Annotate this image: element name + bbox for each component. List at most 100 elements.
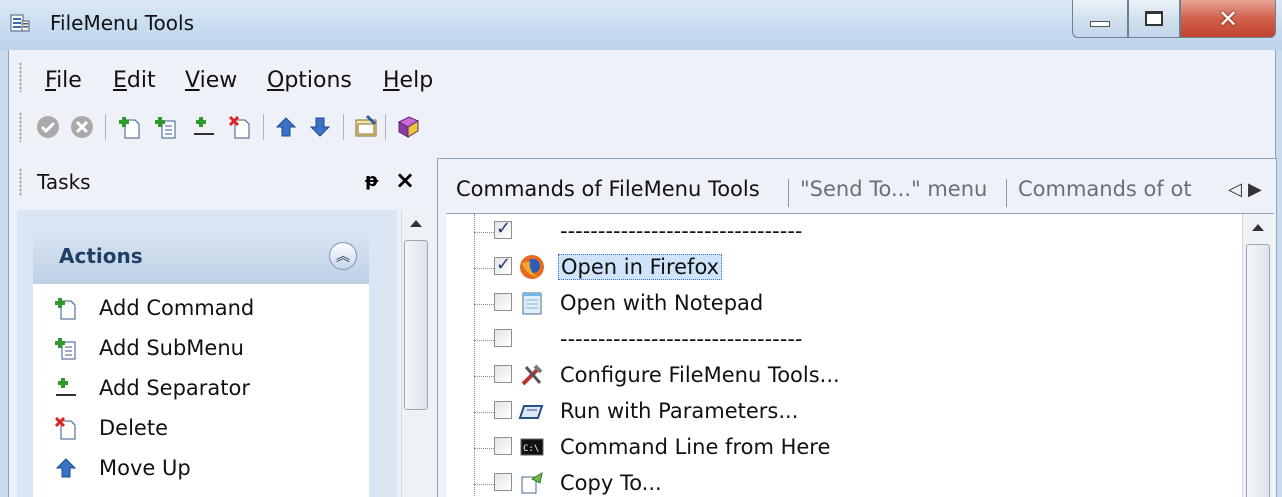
tasks-close-button[interactable]: × xyxy=(395,166,415,194)
close-icon: ✕ xyxy=(1217,4,1239,33)
tree-branch xyxy=(474,484,496,485)
tab-scroll-left-icon[interactable]: ◁ xyxy=(1228,179,1242,200)
action-add-separator[interactable]: Add Separator xyxy=(53,372,250,404)
toolbar-grip[interactable] xyxy=(19,112,22,142)
row-checkbox[interactable] xyxy=(494,473,512,491)
action-move-up[interactable]: Move Up xyxy=(53,452,191,484)
menu-view-label: iew xyxy=(199,68,238,93)
chevron-up-icon: ︽ xyxy=(336,249,350,265)
pin-icon[interactable]: ᵽ xyxy=(365,170,378,191)
actions-group-header[interactable]: Actions ︽ xyxy=(33,230,369,284)
scroll-up-arrow[interactable] xyxy=(410,220,422,227)
tree-branch xyxy=(474,376,496,377)
menu-help-label: elp xyxy=(399,68,434,93)
menu-edit[interactable]: Edit xyxy=(113,68,156,93)
title-bar[interactable]: FileMenu Tools ✕ xyxy=(0,0,1282,50)
action-add-command[interactable]: Add Command xyxy=(53,292,254,324)
properties-toolbar-button[interactable] xyxy=(351,112,381,142)
notepad-icon xyxy=(518,289,546,317)
tree-row[interactable]: Run with Parameters... xyxy=(446,394,1236,430)
tasks-scrollbar[interactable] xyxy=(401,210,430,497)
menu-view[interactable]: View xyxy=(185,68,237,93)
move-up-icon xyxy=(275,117,297,137)
apply-button[interactable] xyxy=(33,112,63,142)
tree-row[interactable]: -------------------------------- xyxy=(446,322,1236,358)
toolbar-separator xyxy=(343,114,344,140)
menu-edit-label: dit xyxy=(126,68,156,93)
tab-send-to[interactable]: "Send To..." menu xyxy=(800,177,987,201)
tree-branch xyxy=(474,412,496,413)
tasks-grip[interactable] xyxy=(19,168,22,196)
row-checkbox[interactable] xyxy=(494,401,512,419)
menu-file-label: ile xyxy=(56,68,82,93)
command-tree: -------------------------------- Open in… xyxy=(446,213,1274,497)
row-label: Open in Firefox xyxy=(558,254,723,280)
close-button[interactable]: ✕ xyxy=(1180,0,1276,38)
tree-row[interactable]: -------------------------------- xyxy=(446,214,1236,250)
row-label: Open with Notepad xyxy=(560,291,764,315)
add-submenu-icon xyxy=(155,117,176,139)
menu-file[interactable]: File xyxy=(45,68,82,93)
tree-branch xyxy=(474,304,496,305)
tree-row[interactable]: Copy To... xyxy=(446,466,1236,497)
row-label: -------------------------------- xyxy=(560,327,803,351)
action-label: Add Separator xyxy=(99,376,250,400)
toolbar xyxy=(9,104,549,148)
cancel-button[interactable] xyxy=(67,112,97,142)
tree-row[interactable]: Configure FileMenu Tools... xyxy=(446,358,1236,394)
add-submenu-toolbar-button[interactable] xyxy=(151,112,181,142)
toolbar-separator xyxy=(105,114,106,140)
console-icon: C:\ xyxy=(518,433,546,461)
menu-help[interactable]: Help xyxy=(383,68,433,93)
scroll-thumb[interactable] xyxy=(404,240,428,410)
add-command-icon xyxy=(53,295,79,321)
tab-separator xyxy=(1006,179,1007,207)
row-checkbox[interactable] xyxy=(494,329,512,347)
cancel-icon xyxy=(71,116,93,138)
menubar-grip[interactable] xyxy=(19,62,22,92)
client-area: File Edit View Options Help Tasks ᵽ × Ac… xyxy=(8,50,1277,497)
tree-row[interactable]: Open in Firefox xyxy=(446,250,1236,286)
move-up-toolbar-button[interactable] xyxy=(271,112,301,142)
tree-branch xyxy=(474,232,496,233)
tree-branch xyxy=(474,448,496,449)
add-command-toolbar-button[interactable] xyxy=(115,112,145,142)
tasks-pane: Tasks ᵽ × Actions ︽ Add Command Add SubM… xyxy=(9,158,430,497)
scroll-up-arrow[interactable] xyxy=(1252,224,1264,231)
tab-separator xyxy=(788,179,789,207)
maximize-icon xyxy=(1145,11,1163,26)
action-add-submenu[interactable]: Add SubMenu xyxy=(53,332,244,364)
move-down-toolbar-button[interactable] xyxy=(305,112,335,142)
minimize-button[interactable] xyxy=(1072,0,1128,38)
row-label: Run with Parameters... xyxy=(560,399,799,423)
app-window: FileMenu Tools ✕ File Edit View Options … xyxy=(0,0,1282,497)
row-checkbox[interactable] xyxy=(494,254,512,275)
collapse-button[interactable]: ︽ xyxy=(329,242,357,270)
tab-scroll-right-icon[interactable]: ▶ xyxy=(1248,179,1262,200)
commands-panel: Commands of FileMenu Tools "Send To..." … xyxy=(437,158,1277,497)
scroll-thumb[interactable] xyxy=(1246,244,1270,497)
help-toolbar-button[interactable] xyxy=(393,112,423,142)
maximize-button[interactable] xyxy=(1128,0,1180,38)
row-checkbox[interactable] xyxy=(494,218,512,239)
window-title: FileMenu Tools xyxy=(50,11,195,35)
row-checkbox[interactable] xyxy=(494,437,512,455)
add-separator-toolbar-button[interactable] xyxy=(189,112,219,142)
tree-row[interactable]: C:\ Command Line from Here xyxy=(446,430,1236,466)
tree-row[interactable]: Open with Notepad xyxy=(446,286,1236,322)
run-parameters-icon xyxy=(518,397,546,425)
delete-toolbar-button[interactable] xyxy=(225,112,255,142)
tools-icon xyxy=(518,361,546,389)
menu-bar: File Edit View Options Help xyxy=(9,58,1275,100)
tree-scrollbar[interactable] xyxy=(1242,214,1273,497)
menu-help-key: H xyxy=(383,68,400,93)
row-label: -------------------------------- xyxy=(560,219,803,243)
tab-commands-other[interactable]: Commands of ot xyxy=(1018,177,1192,201)
row-checkbox[interactable] xyxy=(494,365,512,383)
row-checkbox[interactable] xyxy=(494,293,512,311)
tab-commands-filemenu[interactable]: Commands of FileMenu Tools xyxy=(456,177,760,201)
menu-options[interactable]: Options xyxy=(267,68,352,93)
menu-options-key: O xyxy=(267,68,285,93)
add-separator-icon xyxy=(194,117,214,135)
action-delete[interactable]: Delete xyxy=(53,412,168,444)
